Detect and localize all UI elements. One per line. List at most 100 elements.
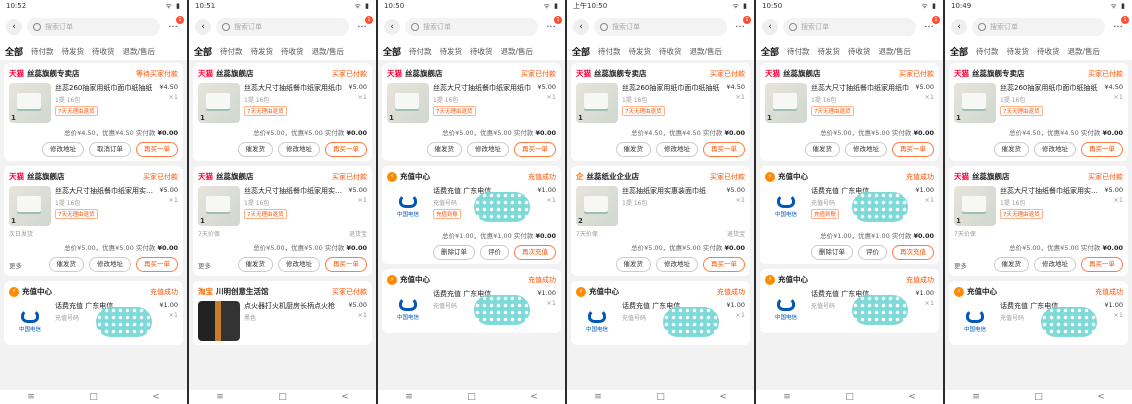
order-item[interactable]: 1 丝蕊大尺寸抽纸餐巾纸家用实惠装 1提 16包 7天无理由退货 ¥5.00 ×… bbox=[9, 186, 178, 226]
tab-4[interactable]: 退款/售后 bbox=[690, 46, 723, 57]
order-action-button[interactable]: 催发货 bbox=[804, 142, 840, 157]
order-card[interactable]: ⚡ 充值中心 充值成功 中国电信 话费充值 广东电信 充值号码 ¥1.00 ×1 bbox=[4, 281, 183, 345]
order-card[interactable]: 天猫 丝蕊旗舰店 买家已付款 1 丝蕊大尺寸抽纸餐巾纸家用实惠装 1提 16包 … bbox=[949, 166, 1128, 276]
order-item[interactable]: 中国电信 话费充值 广东电信 充值号码 ¥1.00 ×1 bbox=[9, 301, 178, 341]
back-nav-icon[interactable]: < bbox=[152, 392, 160, 402]
tab-2[interactable]: 待发货 bbox=[251, 46, 274, 57]
order-action-button[interactable]: 催发货 bbox=[426, 142, 462, 157]
order-action-button[interactable]: 修改地址 bbox=[656, 257, 698, 272]
order-card[interactable]: 天猫 丝蕊旗舰专卖店 买家已付款 1 丝蕊260抽家用纸巾面巾纸抽纸 1提 16… bbox=[949, 63, 1128, 161]
search-input[interactable]: 搜索订单 bbox=[972, 18, 1105, 36]
order-action-button[interactable]: 修改地址 bbox=[278, 142, 320, 157]
order-action-button[interactable]: 删除订单 bbox=[433, 245, 475, 260]
tab-3[interactable]: 待收货 bbox=[470, 46, 493, 57]
order-action-button[interactable]: 评价 bbox=[480, 245, 509, 260]
order-action-button[interactable]: 修改地址 bbox=[42, 142, 84, 157]
home-icon[interactable]: □ bbox=[656, 392, 665, 402]
tab-2[interactable]: 待发货 bbox=[62, 46, 85, 57]
order-card[interactable]: ⚡ 充值中心 充值成功 中国电信 话费充值 广东电信 充值号码 充值到账 ¥1.… bbox=[382, 166, 561, 264]
search-input[interactable]: 搜索订单 bbox=[594, 18, 727, 36]
order-card[interactable]: 天猫 丝蕊旗舰专卖店 买家已付款 1 丝蕊260抽家用纸巾面巾纸抽纸 1提 16… bbox=[571, 63, 750, 161]
tab-0[interactable]: 全部 bbox=[572, 45, 590, 58]
shop-name-row[interactable]: 淘宝 川明创意生活馆 bbox=[198, 286, 269, 297]
tab-4[interactable]: 退款/售后 bbox=[501, 46, 534, 57]
shop-name-row[interactable]: 天猫 丝蕊旗舰店 bbox=[954, 171, 1010, 182]
order-action-button[interactable]: 催发货 bbox=[615, 257, 651, 272]
order-action-button[interactable]: 催发货 bbox=[993, 142, 1029, 157]
order-item[interactable]: 中国电信 话费充值 广东电信 充值号码 ¥1.00 ×1 bbox=[576, 301, 745, 341]
home-icon[interactable]: □ bbox=[1034, 392, 1043, 402]
tab-0[interactable]: 全部 bbox=[950, 45, 968, 58]
search-input[interactable]: 搜索订单 bbox=[405, 18, 538, 36]
back-icon[interactable]: ‹ bbox=[195, 19, 211, 35]
order-card[interactable]: 天猫 丝蕊旗舰店 买家已付款 1 丝蕊大尺寸抽纸餐巾纸家用实惠装 1提 16包 … bbox=[4, 166, 183, 276]
search-input[interactable]: 搜索订单 bbox=[27, 18, 160, 36]
home-icon[interactable]: □ bbox=[845, 392, 854, 402]
more-icon[interactable]: ··· 1 bbox=[543, 15, 562, 33]
order-item[interactable]: 2 丝蕊抽纸家用实惠装面巾纸 1提 16包 ¥5.00 ×1 bbox=[576, 186, 745, 226]
recents-icon[interactable]: ≡ bbox=[972, 392, 980, 402]
tab-0[interactable]: 全部 bbox=[383, 45, 401, 58]
recents-icon[interactable]: ≡ bbox=[783, 392, 791, 402]
recents-icon[interactable]: ≡ bbox=[594, 392, 602, 402]
order-card[interactable]: 淘宝 川明创意生活馆 买家已付款 点火器打火机厨房长柄点火枪 黑色 ¥5.00 … bbox=[193, 281, 372, 345]
tab-3[interactable]: 待收货 bbox=[659, 46, 682, 57]
order-action-button[interactable]: 修改地址 bbox=[1034, 257, 1076, 272]
order-action-button[interactable]: 再买一单 bbox=[703, 257, 745, 272]
home-icon[interactable]: □ bbox=[467, 392, 476, 402]
order-action-button[interactable]: 修改地址 bbox=[467, 142, 509, 157]
tab-1[interactable]: 待付款 bbox=[598, 46, 621, 57]
tab-0[interactable]: 全部 bbox=[761, 45, 779, 58]
order-action-button[interactable]: 取消订单 bbox=[89, 142, 131, 157]
back-nav-icon[interactable]: < bbox=[530, 392, 538, 402]
shop-name-row[interactable]: ⚡ 充值中心 bbox=[387, 171, 430, 182]
order-item[interactable]: 1 丝蕊大尺寸抽纸餐巾纸家用实惠装 1提 16包 7天无理由退货 ¥5.00 ×… bbox=[954, 186, 1123, 226]
back-icon[interactable]: ‹ bbox=[951, 19, 967, 35]
order-card[interactable]: 天猫 丝蕊旗舰店 买家已付款 1 丝蕊大尺寸抽纸餐巾纸家用纸巾 1提 16包 7… bbox=[382, 63, 561, 161]
shop-name-row[interactable]: 天猫 丝蕊旗舰专卖店 bbox=[9, 68, 80, 79]
search-input[interactable]: 搜索订单 bbox=[216, 18, 349, 36]
tab-0[interactable]: 全部 bbox=[194, 45, 212, 58]
back-icon[interactable]: ‹ bbox=[762, 19, 778, 35]
order-card[interactable]: 天猫 丝蕊旗舰专卖店 等待买家付款 1 丝蕊260抽家用纸巾面巾纸抽纸 1提 1… bbox=[4, 63, 183, 161]
order-action-button[interactable]: 修改地址 bbox=[89, 257, 131, 272]
order-card[interactable]: ⚡ 充值中心 充值成功 中国电信 话费充值 广东电信 充值号码 ¥1.00 ×1 bbox=[382, 269, 561, 333]
order-card[interactable]: ⚡ 充值中心 充值成功 中国电信 话费充值 广东电信 充值号码 ¥1.00 ×1 bbox=[949, 281, 1128, 345]
order-action-button[interactable]: 催发货 bbox=[993, 257, 1029, 272]
order-action-button[interactable]: 再次充值 bbox=[514, 245, 556, 260]
order-action-button[interactable]: 删除订单 bbox=[811, 245, 853, 260]
tab-2[interactable]: 待发货 bbox=[818, 46, 841, 57]
order-action-button[interactable]: 催发货 bbox=[237, 142, 273, 157]
more-link[interactable]: 更多 bbox=[198, 260, 211, 270]
shop-name-row[interactable]: 天猫 丝蕊旗舰店 bbox=[765, 68, 821, 79]
tab-1[interactable]: 待付款 bbox=[409, 46, 432, 57]
order-card[interactable]: 企 丝蕊纸业企业店 买家已付款 2 丝蕊抽纸家用实惠装面巾纸 1提 16包 ¥5… bbox=[571, 166, 750, 276]
shop-name-row[interactable]: ⚡ 充值中心 bbox=[576, 286, 619, 297]
order-item[interactable]: 1 丝蕊大尺寸抽纸餐巾纸家用实惠装 1提 16包 7天无理由退货 ¥5.00 ×… bbox=[198, 186, 367, 226]
order-card[interactable]: 天猫 丝蕊旗舰店 买家已付款 1 丝蕊大尺寸抽纸餐巾纸家用纸巾 1提 16包 7… bbox=[760, 63, 939, 161]
recents-icon[interactable]: ≡ bbox=[405, 392, 413, 402]
more-link[interactable]: 更多 bbox=[9, 260, 22, 270]
order-action-button[interactable]: 催发货 bbox=[615, 142, 651, 157]
more-link[interactable]: 更多 bbox=[954, 260, 967, 270]
tab-2[interactable]: 待发货 bbox=[629, 46, 652, 57]
tab-1[interactable]: 待付款 bbox=[787, 46, 810, 57]
shop-name-row[interactable]: ⚡ 充值中心 bbox=[765, 171, 808, 182]
tab-2[interactable]: 待发货 bbox=[440, 46, 463, 57]
tab-3[interactable]: 待收货 bbox=[92, 46, 115, 57]
shop-name-row[interactable]: ⚡ 充值中心 bbox=[954, 286, 997, 297]
order-item[interactable]: 中国电信 话费充值 广东电信 充值号码 ¥1.00 ×1 bbox=[387, 289, 556, 329]
order-action-button[interactable]: 再买一单 bbox=[892, 142, 934, 157]
back-icon[interactable]: ‹ bbox=[384, 19, 400, 35]
more-icon[interactable]: ··· 1 bbox=[921, 15, 940, 33]
order-action-button[interactable]: 修改地址 bbox=[656, 142, 698, 157]
tab-0[interactable]: 全部 bbox=[5, 45, 23, 58]
order-action-button[interactable]: 再买一单 bbox=[325, 142, 367, 157]
search-input[interactable]: 搜索订单 bbox=[783, 18, 916, 36]
order-item[interactable]: 1 丝蕊大尺寸抽纸餐巾纸家用纸巾 1提 16包 7天无理由退货 ¥5.00 ×1 bbox=[198, 83, 367, 123]
order-action-button[interactable]: 催发货 bbox=[237, 257, 273, 272]
more-icon[interactable]: ··· 1 bbox=[732, 15, 751, 33]
order-item[interactable]: 点火器打火机厨房长柄点火枪 黑色 ¥5.00 ×1 bbox=[198, 301, 367, 341]
tab-4[interactable]: 退款/售后 bbox=[312, 46, 345, 57]
more-icon[interactable]: ··· 1 bbox=[165, 15, 184, 33]
